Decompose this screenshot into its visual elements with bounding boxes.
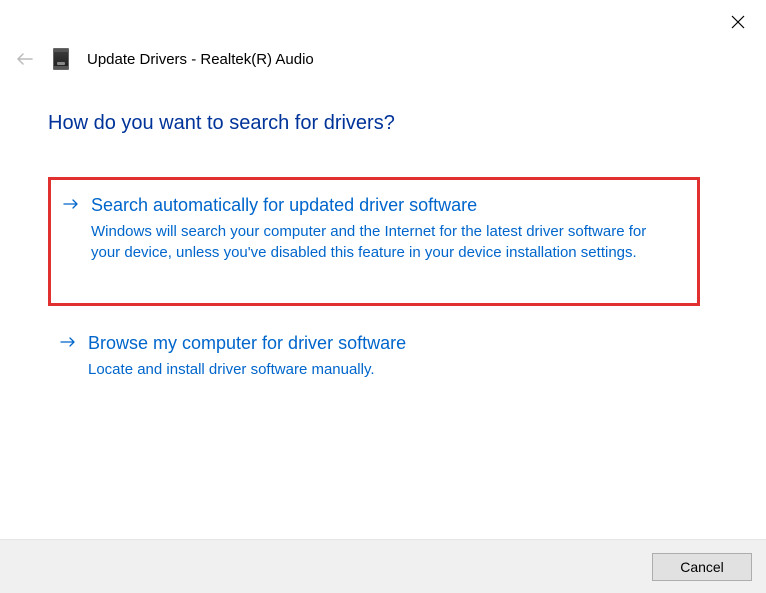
option-body: Search automatically for updated driver …	[91, 194, 677, 263]
arrow-right-icon	[60, 332, 78, 380]
option-search-automatically[interactable]: Search automatically for updated driver …	[48, 177, 700, 306]
option-description: Locate and install driver software manua…	[88, 359, 680, 380]
cancel-button[interactable]: Cancel	[652, 553, 752, 581]
close-button[interactable]	[728, 12, 748, 32]
window-title: Update Drivers - Realtek(R) Audio	[87, 51, 314, 68]
option-body: Browse my computer for driver software L…	[88, 332, 680, 380]
header: Update Drivers - Realtek(R) Audio	[15, 48, 314, 70]
option-title: Browse my computer for driver software	[88, 332, 680, 355]
device-icon	[53, 48, 69, 70]
option-browse-computer[interactable]: Browse my computer for driver software L…	[48, 316, 700, 400]
footer: Cancel	[0, 539, 766, 593]
back-button	[15, 49, 35, 69]
back-arrow-icon	[17, 53, 33, 65]
option-description: Windows will search your computer and th…	[91, 221, 677, 263]
close-icon	[731, 15, 745, 29]
arrow-right-icon	[63, 194, 81, 263]
page-heading: How do you want to search for drivers?	[48, 112, 395, 135]
option-title: Search automatically for updated driver …	[91, 194, 677, 217]
